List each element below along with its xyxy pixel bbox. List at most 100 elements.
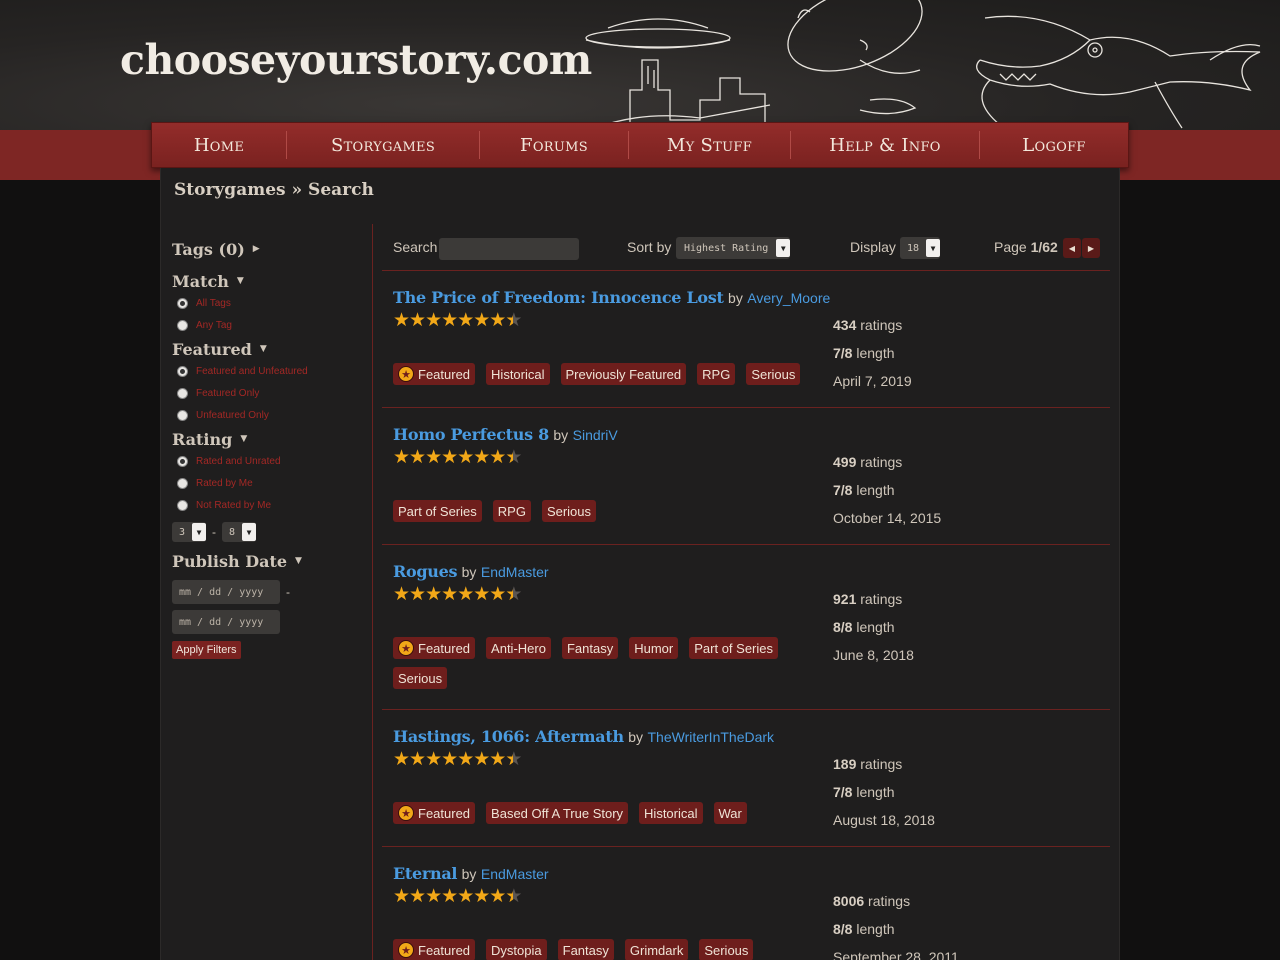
tag-chip[interactable]: Grimdark [624, 939, 689, 960]
length-label: length [856, 921, 895, 937]
page-value: 1/62 [1030, 239, 1058, 255]
radio-icon[interactable] [177, 499, 188, 511]
tag-chip[interactable]: Dystopia [486, 939, 547, 960]
tag-chip[interactable]: Previously Featured [560, 363, 687, 385]
star-rating: ★★★★★★★★ [393, 447, 522, 468]
author-link[interactable]: EndMaster [481, 866, 549, 882]
tag-list: ★ Featured Dystopia Fantasy Grimdark Serious [393, 939, 833, 960]
nav-forums[interactable]: Forums [480, 131, 629, 159]
rating-min-select[interactable]: 3 ▼ [172, 522, 207, 542]
tag-featured[interactable]: ★ Featured [393, 939, 476, 960]
author-link[interactable]: EndMaster [481, 564, 549, 580]
prev-page-button[interactable]: ◀ [1063, 238, 1081, 258]
star-icon: ★ [441, 584, 458, 605]
tag-chip[interactable]: Part of Series [393, 500, 482, 522]
tag-chip[interactable]: Humor [629, 637, 679, 659]
story-title-link[interactable]: Rogues [393, 562, 457, 581]
match-filter-toggle[interactable]: Match ▼ [172, 270, 362, 292]
story-title-link[interactable]: Homo Perfectus 8 [393, 425, 549, 444]
star-icon: ★ [441, 886, 458, 907]
tag-chip[interactable]: RPG [492, 500, 531, 522]
publish-date-to-field[interactable]: mm / dd / yyyy [172, 610, 280, 634]
star-icon: ★ [457, 584, 474, 605]
publish-date-filter-label: Publish Date [172, 551, 288, 571]
star-icon: ★ [489, 886, 506, 907]
tags-filter-toggle[interactable]: Tags (0) ▶ [172, 238, 362, 260]
publish-date-filter-toggle[interactable]: Publish Date ▼ [172, 550, 362, 572]
chevron-down-icon: ▼ [776, 239, 791, 257]
search-input[interactable] [439, 238, 579, 260]
sort-select[interactable]: Highest Rating ▼ [676, 237, 791, 259]
star-icon: ★ [425, 310, 442, 331]
tag-chip[interactable]: Historical [639, 802, 703, 824]
story-title-line: The Price of Freedom: Innocence Lost by … [393, 288, 830, 308]
author-link[interactable]: Avery_Moore [747, 290, 830, 306]
radio-match-any-tag[interactable]: Any Tag [172, 314, 362, 336]
tag-chip[interactable]: Fantasy [557, 939, 614, 960]
radio-selected-icon[interactable] [177, 365, 188, 377]
site-logo[interactable]: chooseyourstory.com [120, 36, 592, 84]
sort-value: Highest Rating [684, 242, 769, 254]
star-icon: ★ [473, 886, 490, 907]
apply-filters-button[interactable]: Apply Filters [172, 641, 241, 659]
radio-icon[interactable] [177, 477, 188, 489]
ratings-value: 921 [833, 591, 857, 607]
ratings-count: 189 ratings [833, 756, 902, 772]
tag-chip[interactable]: Serious [746, 363, 801, 385]
radio-featured-and-unfeatured[interactable]: Featured and Unfeatured [172, 360, 362, 382]
radio-rated-by-me[interactable]: Rated by Me [172, 472, 362, 494]
by-label: by [628, 729, 644, 745]
radio-unfeatured-only[interactable]: Unfeatured Only [172, 404, 362, 426]
radio-icon[interactable] [177, 387, 188, 399]
tag-featured[interactable]: ★ Featured [393, 637, 476, 659]
radio-not-rated-by-me[interactable]: Not Rated by Me [172, 494, 362, 516]
star-icon: ★ [505, 310, 522, 331]
rating-filter-toggle[interactable]: Rating ▼ [172, 428, 362, 450]
length-value: 7/8 [833, 345, 853, 361]
story-title-link[interactable]: The Price of Freedom: Innocence Lost [393, 288, 724, 307]
tag-chip[interactable]: Fantasy [561, 637, 619, 659]
display-count-select[interactable]: 18 ▼ [900, 237, 941, 259]
star-icon: ★ [425, 447, 442, 468]
story-title-link[interactable]: Hastings, 1066: Aftermath [393, 727, 624, 746]
radio-rated-and-unrated[interactable]: Rated and Unrated [172, 450, 362, 472]
publish-date-from-field[interactable]: mm / dd / yyyy [172, 580, 280, 604]
tag-chip[interactable]: War [713, 802, 747, 824]
radio-selected-icon[interactable] [177, 297, 188, 309]
tag-chip[interactable]: Serious [393, 667, 448, 689]
tag-chip[interactable]: Based Off A True Story [486, 802, 629, 824]
radio-icon[interactable] [177, 319, 188, 331]
nav-storygames[interactable]: Storygames [287, 131, 480, 159]
tag-featured[interactable]: ★ Featured [393, 363, 476, 385]
star-rating: ★★★★★★★★ [393, 584, 522, 605]
next-page-button[interactable]: ▶ [1082, 238, 1100, 258]
author-link[interactable]: SindriV [573, 427, 618, 443]
publish-date: April 7, 2019 [833, 373, 912, 389]
author-link[interactable]: TheWriterInTheDark [647, 729, 774, 745]
nav-my-stuff[interactable]: My Stuff [629, 131, 791, 159]
story-title-link[interactable]: Eternal [393, 864, 457, 883]
nav-home[interactable]: Home [152, 131, 287, 159]
tag-chip[interactable]: Part of Series [689, 637, 778, 659]
display-value: 18 [907, 242, 920, 254]
tag-chip[interactable]: Serious [541, 500, 597, 522]
tag-label: Featured [418, 942, 471, 958]
featured-filter-toggle[interactable]: Featured ▼ [172, 338, 362, 360]
ratings-label: ratings [860, 317, 903, 333]
tag-chip[interactable]: Serious [699, 939, 754, 960]
star-icon: ★ [489, 749, 506, 770]
tag-label: Featured [418, 805, 471, 821]
radio-icon[interactable] [177, 409, 188, 421]
ratings-label: ratings [860, 591, 903, 607]
rating-max-select[interactable]: 8 ▼ [222, 522, 257, 542]
tag-featured[interactable]: ★ Featured [393, 802, 476, 824]
tag-chip[interactable]: Historical [486, 363, 550, 385]
nav-logoff[interactable]: Logoff [980, 131, 1128, 159]
tag-chip[interactable]: RPG [697, 363, 736, 385]
radio-match-all-tags[interactable]: All Tags [172, 292, 362, 314]
results-list: Search Sort by Highest Rating ▼ Display 1… [382, 224, 1110, 960]
tag-chip[interactable]: Anti-Hero [486, 637, 551, 659]
nav-help-info[interactable]: Help & Info [791, 131, 980, 159]
radio-selected-icon[interactable] [177, 455, 188, 467]
radio-featured-only[interactable]: Featured Only [172, 382, 362, 404]
